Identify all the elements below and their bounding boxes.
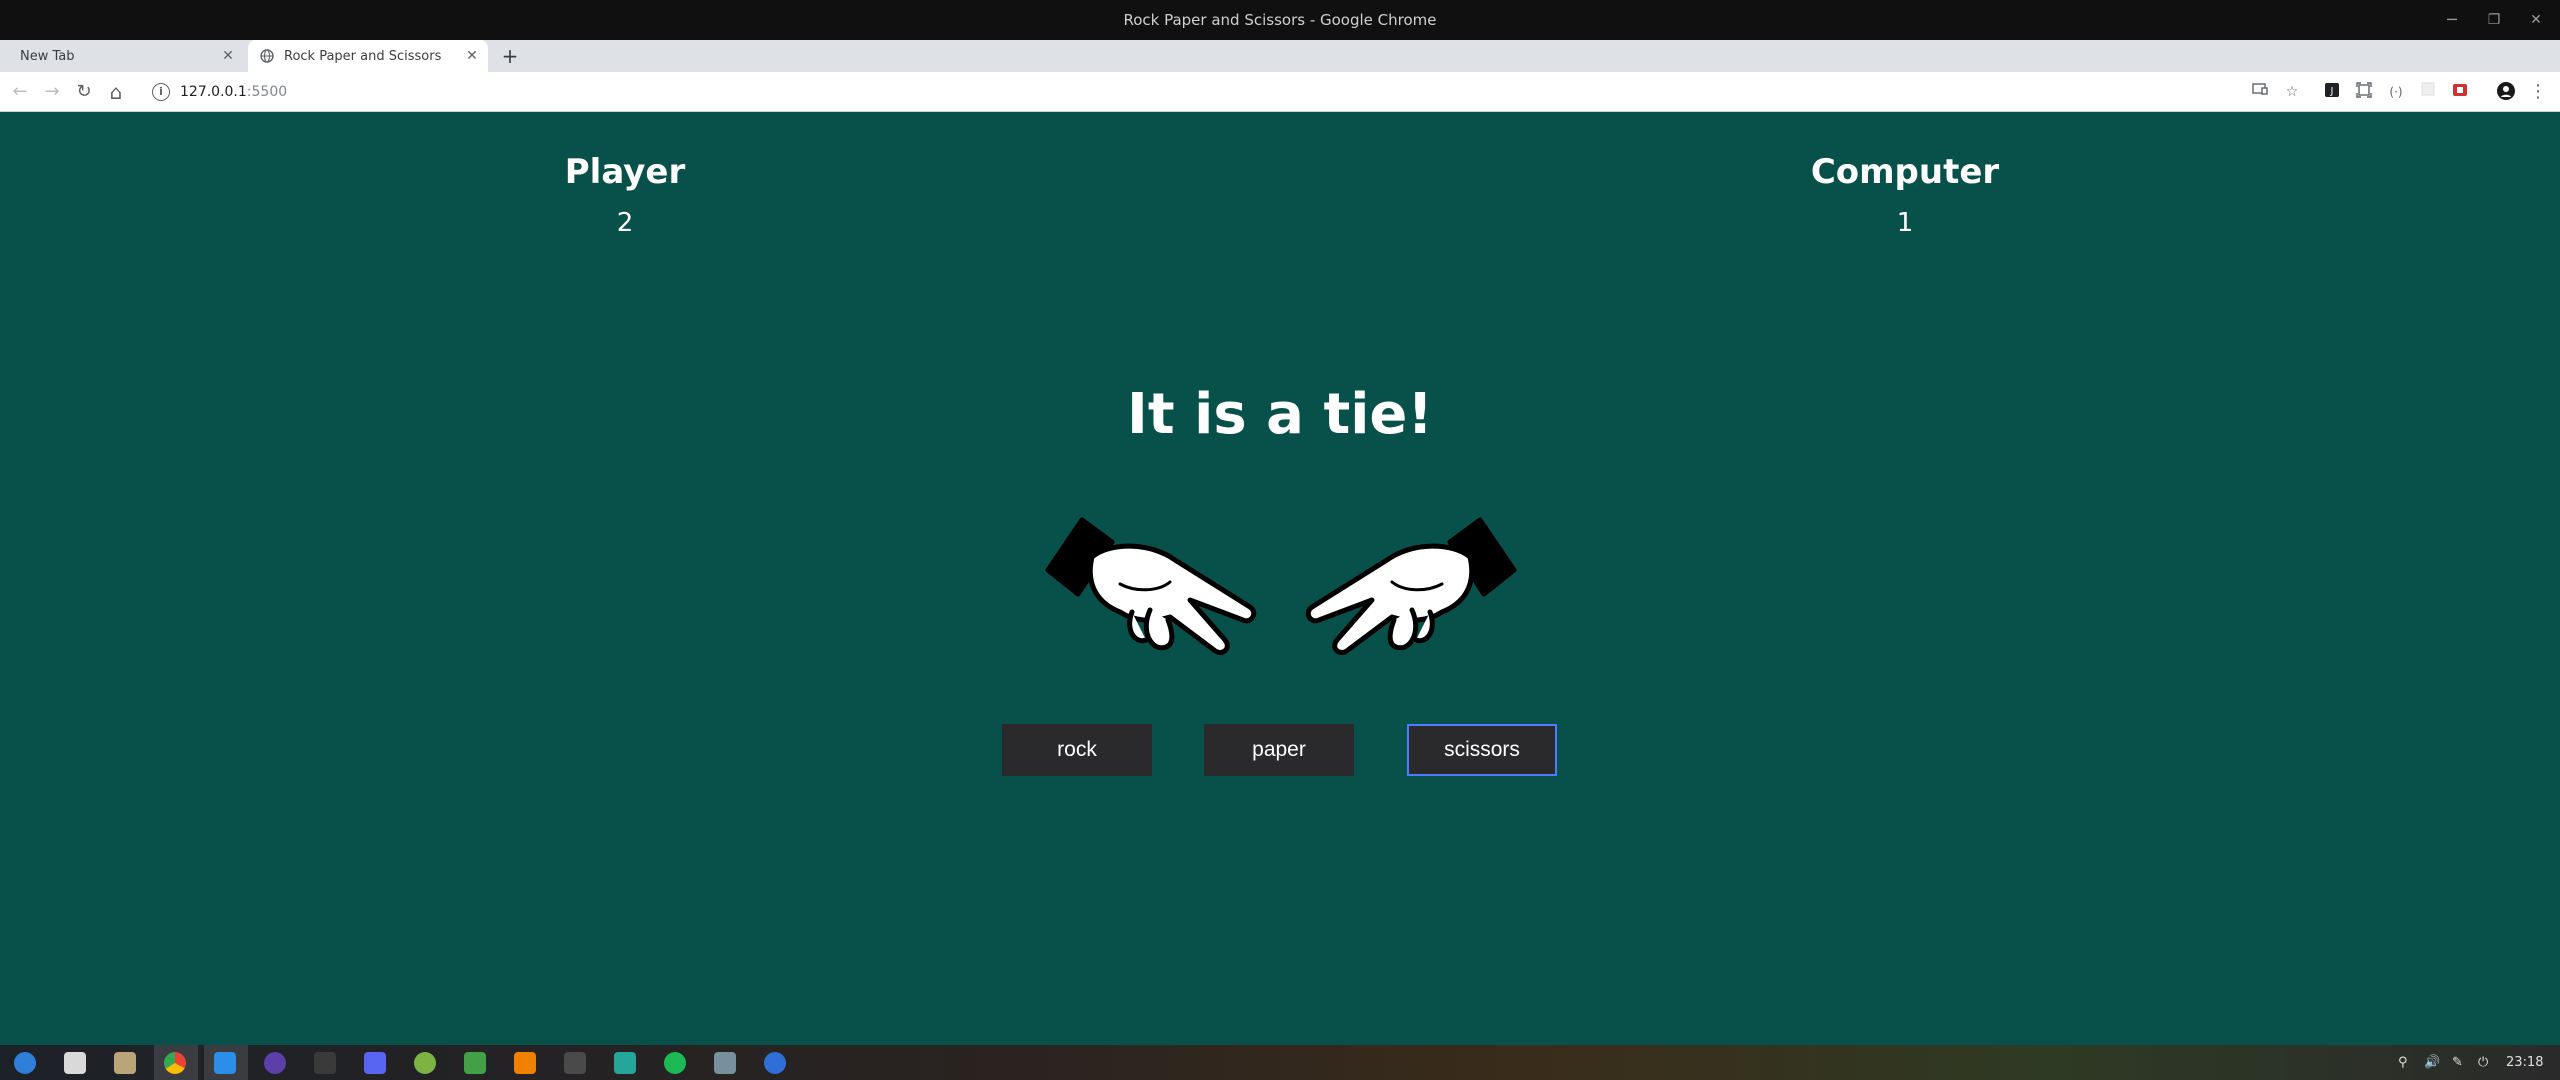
player-score: 2	[616, 208, 634, 238]
tab-label: Rock Paper and Scissors	[284, 48, 442, 64]
extension-icon[interactable]: J	[2322, 82, 2342, 102]
home-button[interactable]: ⌂	[104, 80, 128, 104]
forward-button[interactable]: →	[40, 80, 64, 104]
window-titlebar: Rock Paper and Scissors - Google Chrome …	[0, 0, 2560, 40]
tab-close-icon[interactable]: ✕	[218, 48, 238, 64]
pen-icon[interactable]: ✎	[2452, 1045, 2463, 1080]
paper-button[interactable]: paper	[1204, 724, 1354, 776]
player-label: Player	[564, 152, 686, 192]
launcher-icon[interactable]	[14, 1052, 36, 1074]
tab-rock-paper-scissors[interactable]: Rock Paper and Scissors ✕	[248, 40, 488, 72]
android-studio-icon[interactable]	[414, 1052, 436, 1074]
folder-icon[interactable]	[464, 1052, 486, 1074]
red-extension-icon[interactable]	[2450, 82, 2470, 102]
scissors-hand-icon	[1302, 512, 1522, 682]
back-button[interactable]: ←	[8, 80, 32, 104]
computer-label: Computer	[1810, 152, 2000, 192]
clock[interactable]: 23:18	[2506, 1045, 2543, 1080]
volume-icon[interactable]: 🔊	[2424, 1045, 2440, 1080]
chrome-menu-icon[interactable]: ⋮	[2528, 82, 2548, 102]
game-page: Player 2 Computer 1 It is a tie! rock pa…	[0, 112, 2560, 1045]
new-tab-button[interactable]: +	[496, 40, 524, 72]
bookmark-star-icon[interactable]: ☆	[2282, 82, 2302, 102]
discord-icon[interactable]	[364, 1052, 386, 1074]
file-manager-icon[interactable]	[114, 1052, 136, 1074]
power-icon[interactable]: ⏻	[2478, 1045, 2488, 1080]
address-bar[interactable]: i 127.0.0.1:5500	[142, 78, 2242, 106]
svg-text:J: J	[2330, 86, 2334, 97]
profile-avatar[interactable]	[2496, 82, 2516, 102]
url-port: :5500	[246, 84, 288, 100]
reload-button[interactable]: ↻	[72, 80, 96, 104]
computer-score: 1	[1896, 208, 1914, 238]
vscode-icon[interactable]	[214, 1052, 236, 1074]
globe-icon	[260, 49, 274, 63]
minimize-button[interactable]: ─	[2432, 0, 2472, 40]
vlc-icon[interactable]	[514, 1052, 536, 1074]
spotify-icon[interactable]	[664, 1052, 686, 1074]
restore-button[interactable]: ❐	[2474, 0, 2514, 40]
tab-label: New Tab	[20, 48, 75, 64]
browser-toolbar: ← → ↻ ⌂ i 127.0.0.1:5500 ☆ J (·) ⋮	[0, 72, 2560, 112]
tab-new-tab[interactable]: New Tab ✕	[8, 40, 244, 72]
site-info-icon[interactable]: i	[152, 83, 170, 101]
tab-close-icon[interactable]: ✕	[462, 48, 482, 64]
screenshot-icon[interactable]	[2354, 82, 2374, 102]
stack-icon[interactable]	[714, 1052, 736, 1074]
rock-button[interactable]: rock	[1002, 724, 1152, 776]
window-title: Rock Paper and Scissors - Google Chrome	[1123, 11, 1437, 29]
taskbar: ⚲ 🔊 ✎ ⏻ 23:18	[0, 1045, 2560, 1080]
close-window-button[interactable]: ✕	[2516, 0, 2556, 40]
usb-icon[interactable]: ⚲	[2398, 1045, 2408, 1080]
firefox-icon[interactable]	[264, 1052, 286, 1074]
sound-icon[interactable]	[564, 1052, 586, 1074]
tab-strip: New Tab ✕ Rock Paper and Scissors ✕ +	[0, 40, 2560, 72]
scissors-button[interactable]: scissors	[1407, 724, 1557, 776]
install-app-icon[interactable]	[2250, 82, 2270, 102]
dev-tools-icon[interactable]: (·)	[2386, 82, 2406, 102]
chrome-icon[interactable]	[164, 1052, 186, 1074]
files-icon[interactable]	[64, 1052, 86, 1074]
url-host: 127.0.0.1	[180, 84, 247, 100]
result-message: It is a tie!	[1127, 382, 1433, 447]
tool-icon[interactable]	[614, 1052, 636, 1074]
scissors-hand-icon	[1040, 512, 1260, 682]
blank-extension-icon[interactable]	[2418, 82, 2438, 102]
terminal-icon[interactable]	[314, 1052, 336, 1074]
qbittorrent-icon[interactable]	[764, 1052, 786, 1074]
